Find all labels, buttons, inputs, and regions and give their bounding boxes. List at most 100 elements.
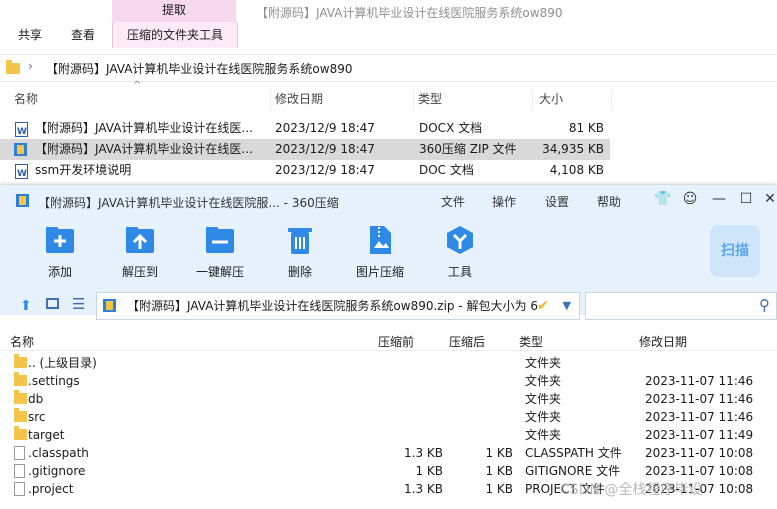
file-size: 4,108 KB xyxy=(549,163,604,177)
chevron-down-icon[interactable]: ▼ xyxy=(563,293,571,319)
tools-icon xyxy=(447,226,473,254)
column-name[interactable]: 名称 xyxy=(10,333,34,350)
archive-item-type: 文件夹 xyxy=(525,374,562,388)
one-click-extract-label: 一键解压 xyxy=(195,265,244,279)
file-size: 81 KB xyxy=(568,121,604,135)
breadcrumb[interactable]: 【附源码】JAVA计算机毕业设计在线医院服务系统ow890 xyxy=(46,60,352,77)
minimize-icon[interactable]: — xyxy=(711,191,727,207)
folder-icon xyxy=(14,354,27,368)
zip-archive-icon xyxy=(103,299,116,312)
delete-button[interactable]: 删除 xyxy=(270,223,330,280)
file-icon xyxy=(14,482,25,496)
archive-item-size-after: 1 KB xyxy=(485,446,513,460)
archive-row[interactable]: src 文件夹 2023-11-07 11:46 xyxy=(0,408,777,426)
tab-compressed-folder-tools[interactable]: 压缩的文件夹工具 xyxy=(112,22,238,48)
menu-file[interactable]: 文件 xyxy=(441,193,465,210)
extract-icon xyxy=(126,227,154,253)
archive-item-name: .settings xyxy=(28,374,80,388)
archive-item-name: target xyxy=(28,428,65,442)
tools-button[interactable]: 工具 xyxy=(430,223,490,280)
one-click-extract-button[interactable]: 一键解压 xyxy=(190,223,250,280)
file-icon xyxy=(14,464,25,478)
archive-item-modified: 2023-11-07 11:49 xyxy=(645,428,754,442)
file-row[interactable]: ssm开发环境说明 2023/12/9 18:47 DOC 文档 4,108 K… xyxy=(0,160,610,185)
archive-row[interactable]: .settings 文件夹 2023-11-07 11:46 xyxy=(0,372,777,390)
file-size: 34,935 KB xyxy=(542,142,604,156)
zip-app-icon xyxy=(16,194,29,207)
file-icon xyxy=(14,446,25,460)
column-before[interactable]: 压缩前 xyxy=(378,333,414,350)
file-name: 【附源码】JAVA计算机毕业设计在线医... xyxy=(35,142,253,156)
file-row-selected[interactable]: 【附源码】JAVA计算机毕业设计在线医... 2023/12/9 18:47 3… xyxy=(0,139,610,160)
breadcrumb-chevron-icon: › xyxy=(28,59,33,73)
file-name: ssm开发环境说明 xyxy=(35,163,132,177)
folder-icon xyxy=(6,60,20,74)
search-icon[interactable]: ⚲ xyxy=(759,296,770,314)
archive-item-name: .project xyxy=(28,482,74,496)
extract-context-header[interactable]: 提取 xyxy=(112,0,236,22)
column-type[interactable]: 类型 xyxy=(519,333,543,350)
column-name[interactable]: 名称 xyxy=(10,90,271,110)
archive-item-size-before: 1.3 KB xyxy=(404,446,443,460)
file-modified: 2023/12/9 18:47 xyxy=(275,163,375,177)
menu-settings[interactable]: 设置 xyxy=(545,193,569,210)
one-click-extract-icon xyxy=(206,227,234,253)
archive-item-type: 文件夹 xyxy=(525,410,562,424)
close-icon[interactable]: ✕ xyxy=(762,191,777,207)
image-compress-button[interactable]: 图片压缩 xyxy=(350,223,410,280)
file-type: DOC 文档 xyxy=(419,163,474,177)
file-type: DOCX 文档 xyxy=(419,121,483,135)
skin-icon[interactable]: 👕 xyxy=(654,191,671,207)
file-modified: 2023/12/9 18:47 xyxy=(275,121,375,135)
folder-icon xyxy=(14,390,27,404)
scan-button[interactable]: 扫描 xyxy=(710,225,760,277)
folder-icon xyxy=(14,408,27,422)
thumbnail-view-icon[interactable] xyxy=(46,298,59,309)
archive-item-modified: 2023-11-07 10:08 xyxy=(645,446,754,460)
archive-item-name: .gitignore xyxy=(28,464,86,478)
archive-item-size-before: 1.3 KB xyxy=(404,482,443,496)
archive-item-type: CLASSPATH 文件 xyxy=(525,446,622,460)
archive-row[interactable]: .gitignore 1 KB 1 KB GITIGNORE 文件 2023-11-07… xyxy=(0,462,777,480)
address-bar[interactable]: › 【附源码】JAVA计算机毕业设计在线医院服务系统ow890 xyxy=(0,54,777,82)
image-compress-icon xyxy=(370,226,391,254)
file-row[interactable]: 【附源码】JAVA计算机毕业设计在线医... 2023/12/9 18:47 D… xyxy=(0,118,610,143)
checkmark-icon: ✔ xyxy=(537,298,549,314)
archive-item-name: src xyxy=(28,410,46,424)
column-type[interactable]: 类型 xyxy=(414,90,533,110)
add-icon xyxy=(46,227,74,253)
archive-item-size-before: 1 KB xyxy=(415,464,443,478)
search-input[interactable]: ⚲ xyxy=(585,292,777,320)
archive-item-size-after: 1 KB xyxy=(485,482,513,496)
feedback-icon[interactable]: ☺ xyxy=(682,191,698,207)
archive-item-type: 文件夹 xyxy=(525,392,562,406)
tab-view[interactable]: 查看 xyxy=(71,22,95,48)
archive-row[interactable]: .. (上级目录) 文件夹 xyxy=(0,354,777,372)
extract-to-button[interactable]: 解压到 xyxy=(110,223,170,280)
menu-help[interactable]: 帮助 xyxy=(597,193,621,210)
folder-icon xyxy=(14,372,27,386)
tab-share[interactable]: 共享 xyxy=(18,22,42,48)
archive-item-type: 文件夹 xyxy=(525,428,562,442)
maximize-icon[interactable]: ☐ xyxy=(738,191,754,207)
column-modified[interactable]: 修改日期 xyxy=(639,333,687,350)
column-after[interactable]: 压缩后 xyxy=(449,333,485,350)
add-button[interactable]: 添加 xyxy=(30,223,90,280)
zip-window-title: 【附源码】JAVA计算机毕业设计在线医院服... - 360压缩 xyxy=(38,196,339,210)
archive-row[interactable]: target 文件夹 2023-11-07 11:49 xyxy=(0,426,777,444)
column-size[interactable]: 大小 xyxy=(535,90,612,110)
archive-row[interactable]: db 文件夹 2023-11-07 11:46 xyxy=(0,390,777,408)
archive-row[interactable]: .classpath 1.3 KB 1 KB CLASSPATH 文件 2023-11-… xyxy=(0,444,777,462)
tools-label: 工具 xyxy=(447,265,472,279)
add-label: 添加 xyxy=(47,265,72,279)
list-view-icon[interactable]: ☰ xyxy=(72,295,85,313)
archive-path-field[interactable]: 【附源码】JAVA计算机毕业设计在线医院服务系统ow890.zip - 解包大小… xyxy=(96,292,580,320)
zip-archive-icon xyxy=(14,143,27,156)
menu-operation[interactable]: 操作 xyxy=(492,193,516,210)
up-arrow-icon[interactable]: ⬆ xyxy=(20,298,32,314)
explorer-window-title: 【附源码】JAVA计算机毕业设计在线医院服务系统ow890 xyxy=(256,6,563,20)
column-modified[interactable]: 修改日期 xyxy=(271,90,414,110)
archive-item-modified: 2023-11-07 11:46 xyxy=(645,374,754,388)
archive-item-modified: 2023-11-07 10:08 xyxy=(645,464,754,478)
archive-item-type: GITIGNORE 文件 xyxy=(525,464,621,478)
